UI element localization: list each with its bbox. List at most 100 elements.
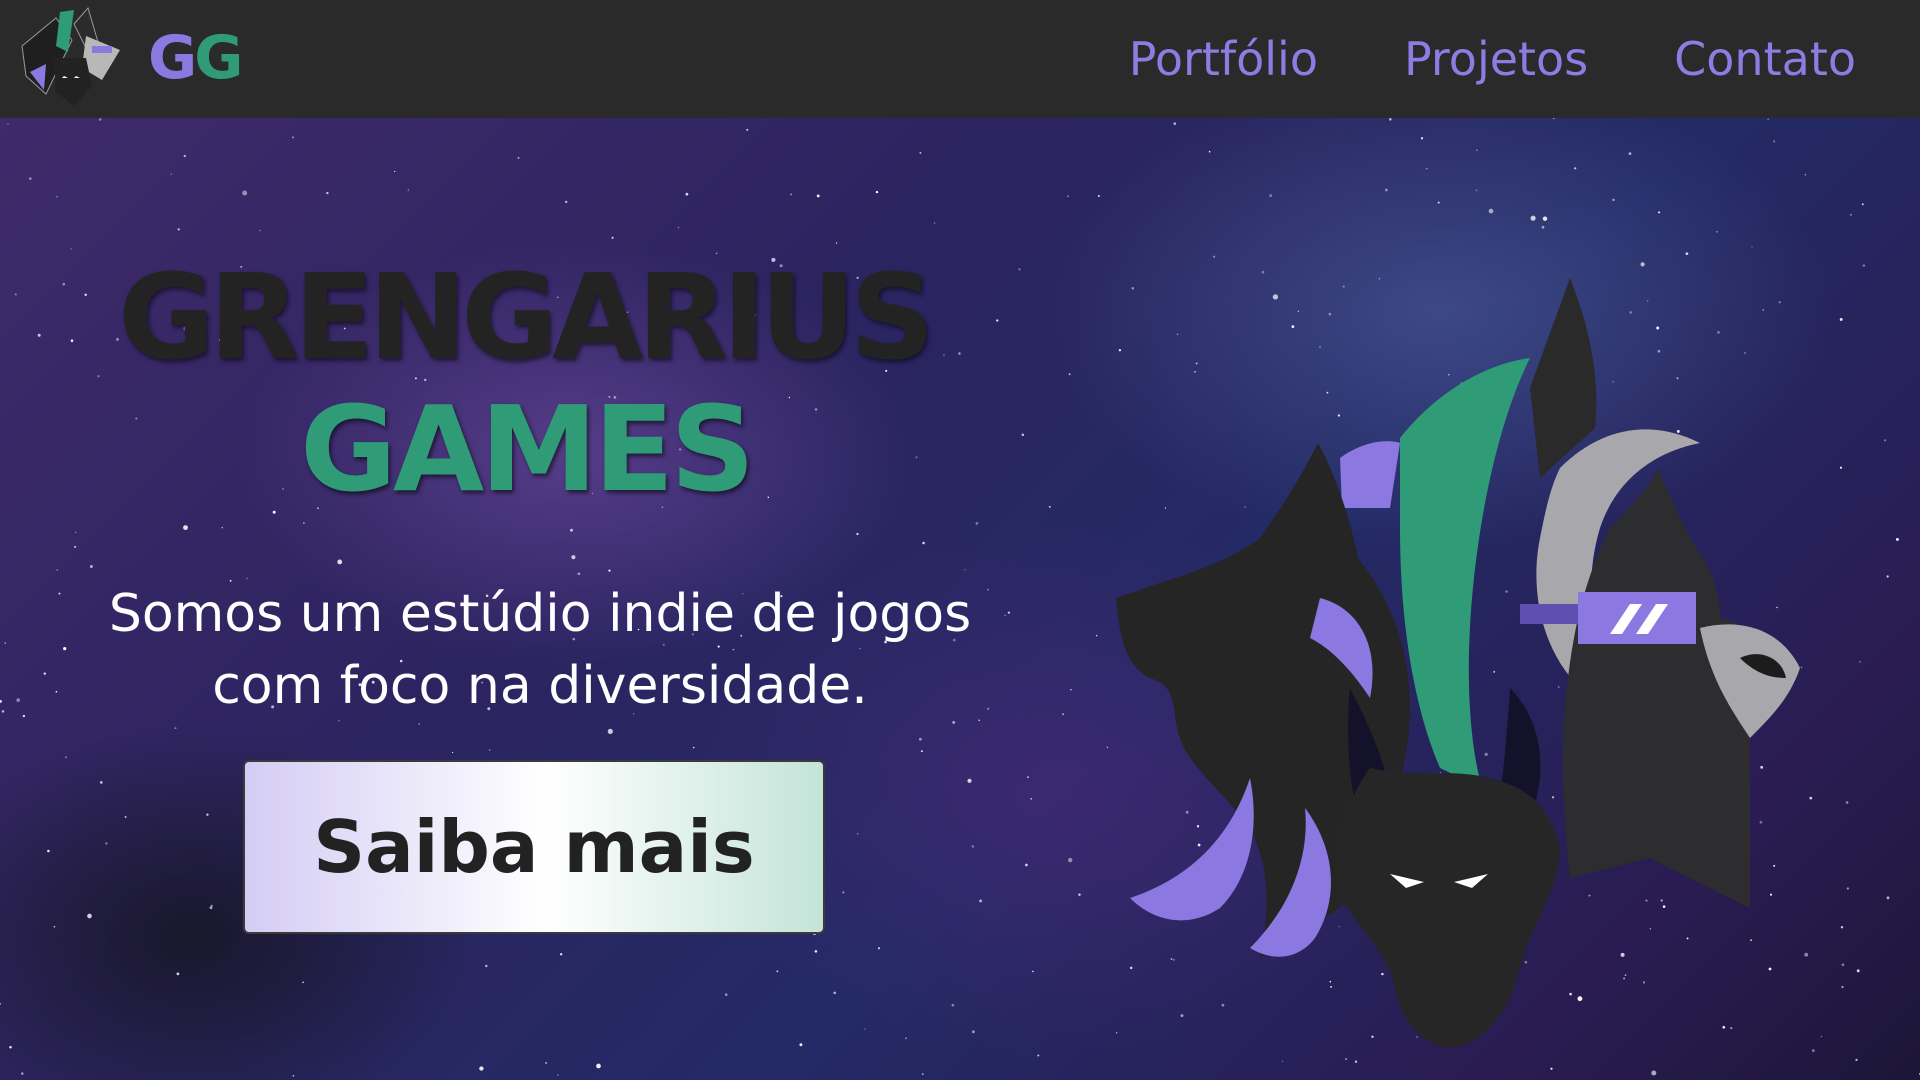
hero-tagline: Somos um estúdio indie de jogos com foco… xyxy=(108,584,972,716)
star-dot xyxy=(47,849,50,853)
star-dot xyxy=(1855,1058,1858,1062)
star-dot xyxy=(933,222,936,224)
star-dot xyxy=(596,1063,601,1069)
star-dot xyxy=(1420,137,1424,140)
star-dot xyxy=(1886,575,1889,578)
star-dot xyxy=(1628,152,1632,155)
star-dot xyxy=(1839,317,1843,321)
star-dot xyxy=(767,496,770,499)
star-dot xyxy=(1389,118,1392,121)
star-dot xyxy=(1773,140,1776,143)
star-dot xyxy=(485,964,488,968)
star-dot xyxy=(971,845,975,848)
star-dot xyxy=(1845,801,1849,804)
star-dot xyxy=(183,525,188,530)
star-dot xyxy=(918,737,922,741)
star-dot xyxy=(1862,264,1866,267)
star-dot xyxy=(7,123,9,125)
nav-link-contato[interactable]: Contato xyxy=(1674,32,1856,86)
star-dot xyxy=(1106,746,1109,749)
star-dot xyxy=(62,282,66,286)
star-dot xyxy=(65,756,68,759)
star-dot xyxy=(571,555,576,560)
star-dot xyxy=(1552,118,1555,120)
hero-title-grengarius: GRENGARIUS xyxy=(118,248,935,386)
star-dot xyxy=(1384,188,1388,192)
star-dot xyxy=(1078,893,1081,896)
star-dot xyxy=(1021,433,1025,437)
star-dot xyxy=(16,698,21,702)
star-dot xyxy=(1018,268,1021,271)
star-dot xyxy=(545,1062,547,1064)
star-dot xyxy=(788,396,791,399)
star-dot xyxy=(1067,195,1069,198)
star-dot xyxy=(407,189,409,191)
star-dot xyxy=(979,899,983,903)
star-dot xyxy=(864,1028,866,1030)
star-dot xyxy=(833,991,836,995)
star-dot xyxy=(73,545,77,549)
star-dot xyxy=(790,193,793,196)
star-dot xyxy=(1856,969,1860,973)
star-dot xyxy=(1859,660,1861,663)
star-dot xyxy=(1839,466,1842,469)
star-dot xyxy=(1849,213,1852,216)
star-dot xyxy=(877,947,881,950)
star-dot xyxy=(99,781,103,784)
star-dot xyxy=(608,569,611,572)
star-dot xyxy=(607,728,613,734)
star-dot xyxy=(9,1046,12,1049)
star-dot xyxy=(1488,208,1494,214)
star-dot xyxy=(958,352,961,355)
star-dot xyxy=(814,408,818,411)
star-dot xyxy=(1846,887,1850,890)
star-dot xyxy=(1895,537,1899,541)
star-dot xyxy=(842,891,845,894)
star-dot xyxy=(570,528,573,532)
star-dot xyxy=(951,1003,955,1007)
star-dot xyxy=(242,190,248,196)
star-dot xyxy=(971,1030,975,1034)
star-dot xyxy=(964,569,966,571)
star-dot xyxy=(905,1037,907,1040)
brand-logo-link[interactable]: GG xyxy=(16,6,244,110)
star-dot xyxy=(1640,262,1645,267)
star-dot xyxy=(479,1066,484,1071)
star-dot xyxy=(29,177,32,180)
star-dot xyxy=(56,569,58,571)
star-dot xyxy=(75,531,77,533)
star-dot xyxy=(685,192,689,196)
star-dot xyxy=(0,699,2,703)
star-dot xyxy=(1541,225,1545,229)
star-dot xyxy=(814,950,818,953)
star-dot xyxy=(1068,373,1071,376)
star-dot xyxy=(292,1074,295,1077)
star-dot xyxy=(451,751,454,754)
star-dot xyxy=(856,532,859,536)
star-dot xyxy=(0,1003,1,1005)
star-dot xyxy=(816,194,820,198)
saiba-mais-button[interactable]: Saiba mais xyxy=(243,760,825,934)
star-dot xyxy=(1037,1054,1040,1057)
star-dot xyxy=(1212,255,1216,258)
star-dot xyxy=(577,572,581,576)
star-dot xyxy=(1840,925,1844,929)
star-dot xyxy=(22,714,26,718)
star-dot xyxy=(55,690,58,693)
star-dot xyxy=(1354,1060,1358,1063)
star-dot xyxy=(1062,713,1065,716)
star-dot xyxy=(922,541,925,545)
star-dot xyxy=(124,816,127,818)
star-dot xyxy=(1530,215,1536,221)
star-dot xyxy=(835,242,838,244)
nav-link-projetos[interactable]: Projetos xyxy=(1404,32,1588,86)
star-dot xyxy=(37,333,41,337)
nav-link-portfolio[interactable]: Portfólio xyxy=(1129,32,1318,86)
star-dot xyxy=(394,170,396,173)
star-dot xyxy=(1841,963,1845,967)
star-dot xyxy=(53,925,56,928)
star-dot xyxy=(1886,896,1890,900)
star-dot xyxy=(517,156,520,159)
star-dot xyxy=(799,1043,803,1047)
star-dot xyxy=(4,642,6,644)
